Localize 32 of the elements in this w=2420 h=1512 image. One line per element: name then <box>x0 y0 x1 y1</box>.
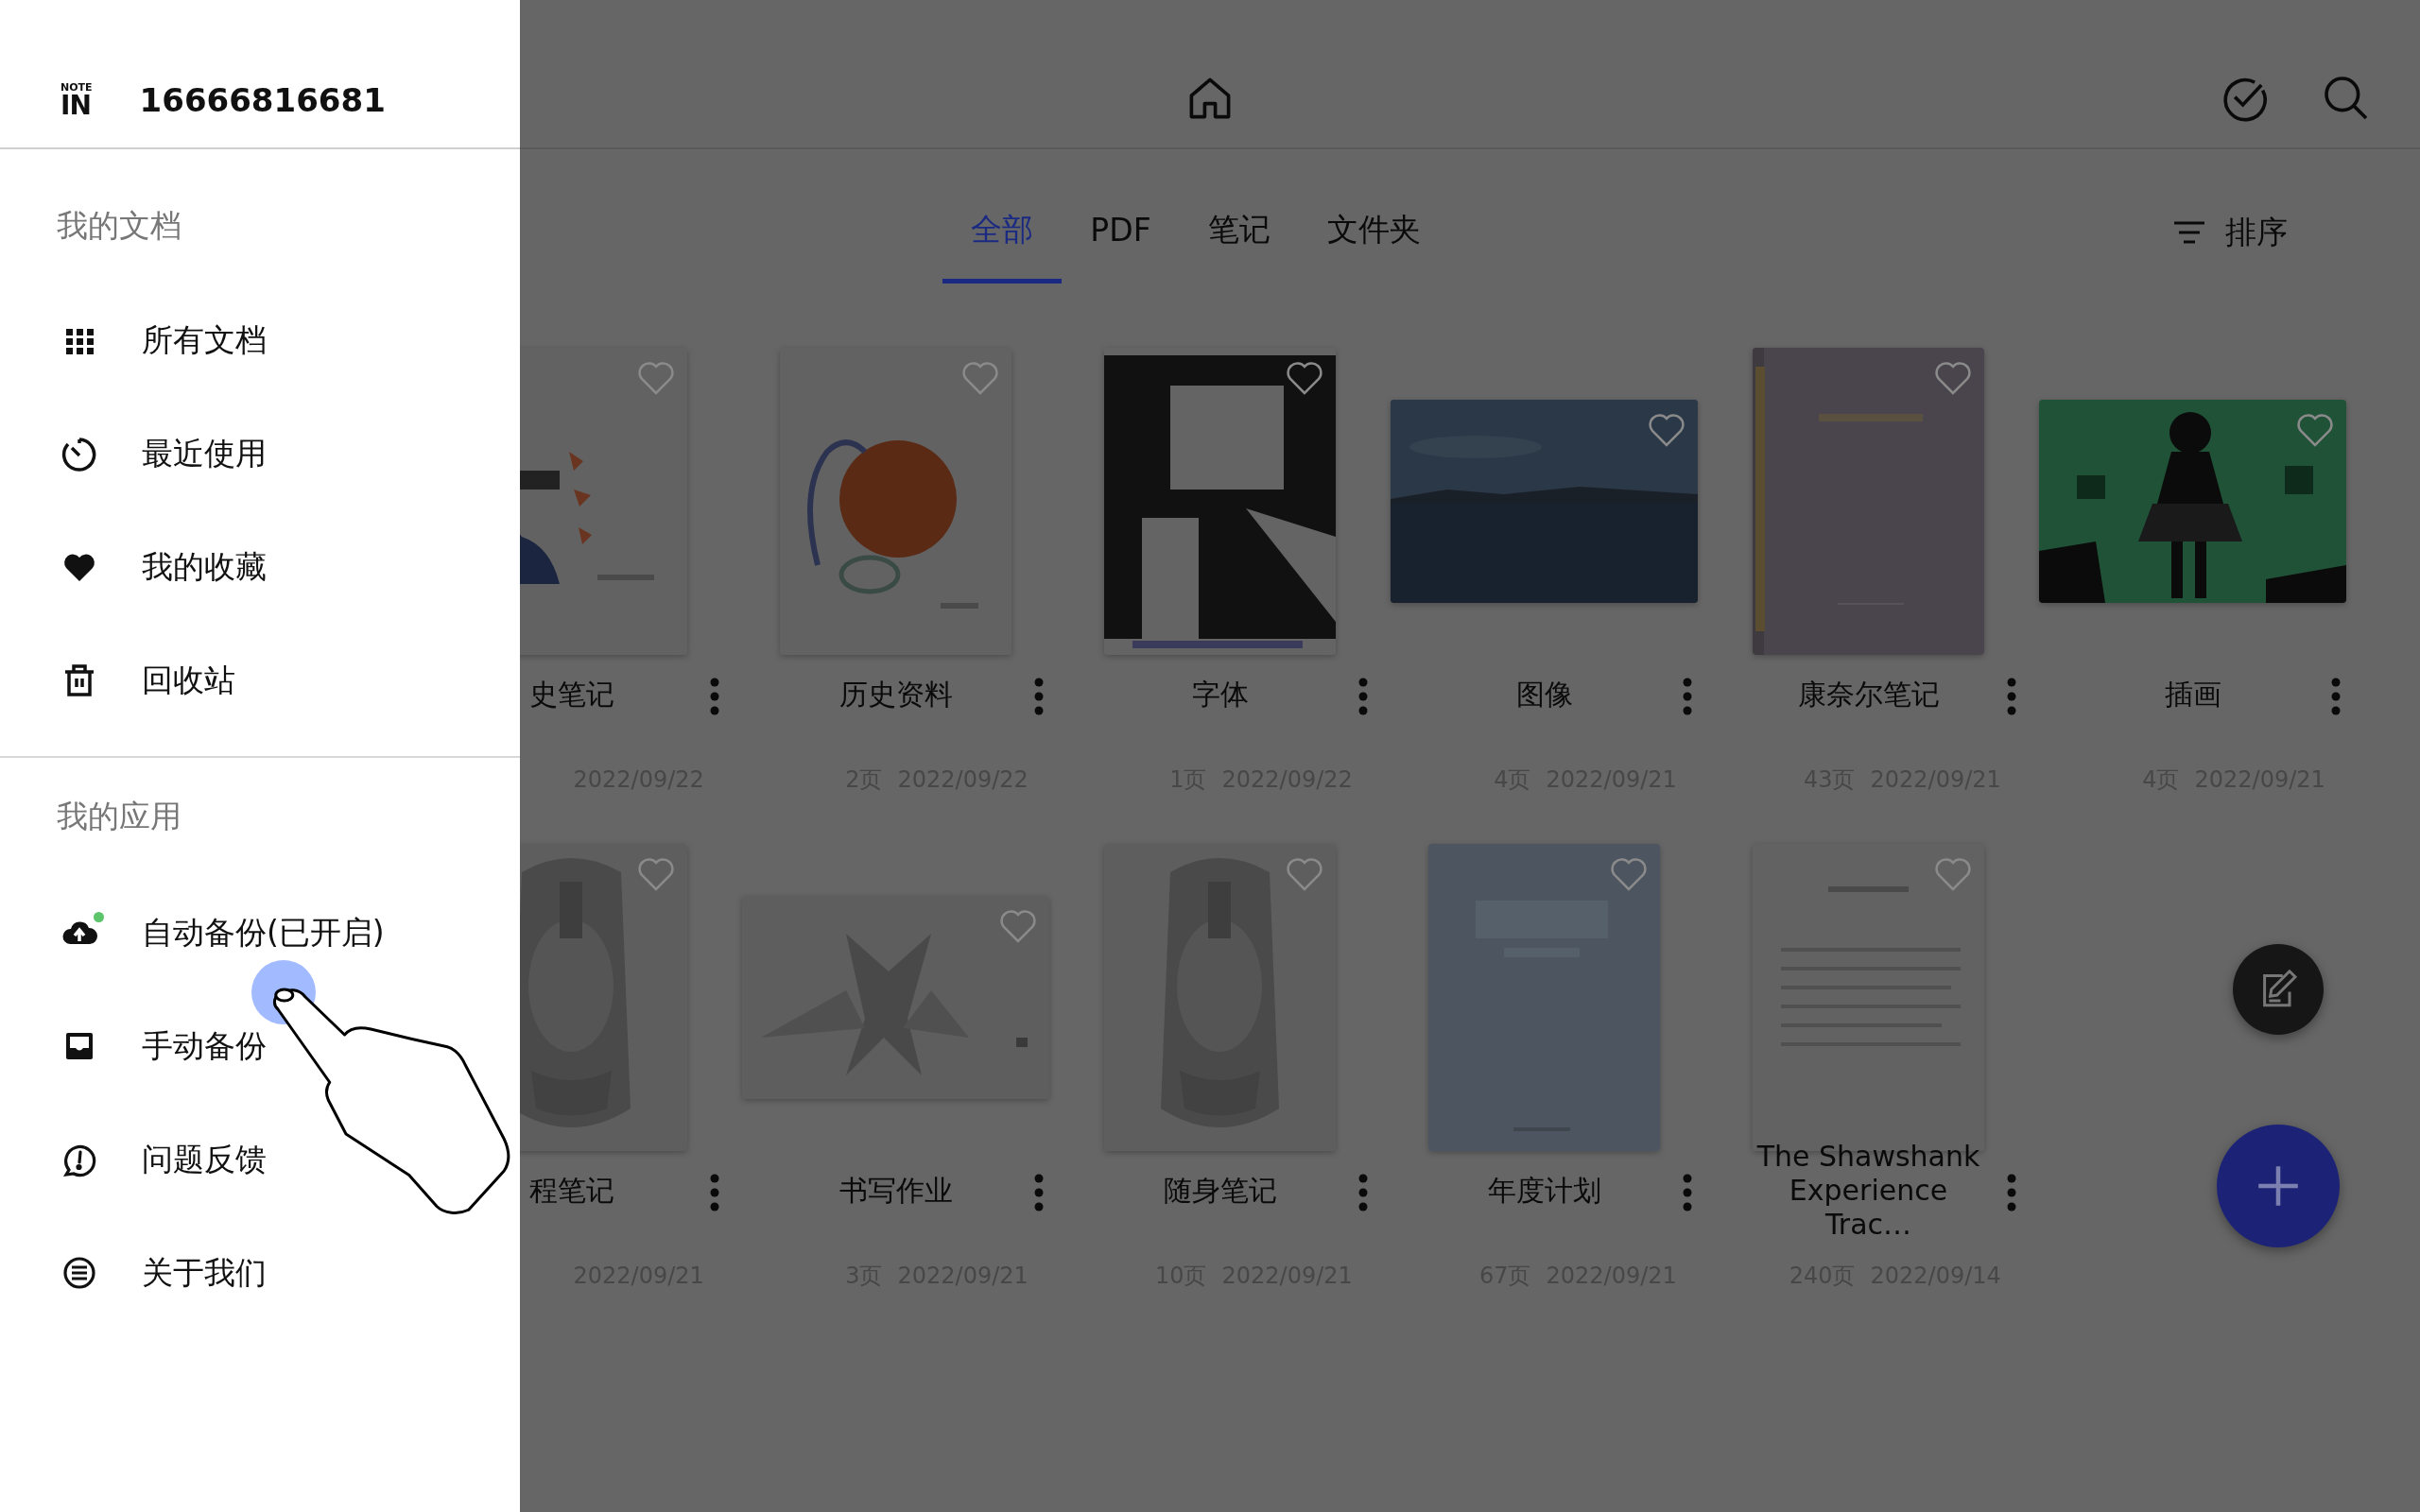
document-title: 随身笔记 <box>1162 1174 1278 1208</box>
cloud-upload-icon <box>62 921 97 944</box>
drawer-item[interactable]: 回收站 <box>60 624 235 737</box>
document-title: 年度计划 <box>1486 1174 1602 1208</box>
document-title: 史笔记 <box>527 678 615 712</box>
document-title: 字体 <box>1190 678 1250 712</box>
inbox-tray-icon <box>66 1033 93 1059</box>
document-title: 图像 <box>1514 678 1574 712</box>
drawer-item[interactable]: 问题反馈 <box>60 1103 267 1216</box>
edit-button[interactable] <box>2233 944 2324 1035</box>
heart-icon <box>64 554 95 581</box>
timer-icon <box>61 438 96 472</box>
document-title: 康奈尔笔记 <box>1796 678 1941 712</box>
list-circle-icon <box>63 1257 95 1289</box>
speech-bubble-icon <box>64 1144 96 1177</box>
document-title: 程笔记 <box>527 1174 615 1208</box>
section-heading: 我的文档 <box>56 205 182 246</box>
trash-icon <box>63 664 95 696</box>
drawer-item[interactable]: 手动备份 <box>60 989 267 1103</box>
grid-icon <box>66 329 94 354</box>
section-heading: 我的应用 <box>56 797 182 836</box>
drawer-item[interactable]: 所有文档 <box>60 284 267 397</box>
document-title: 书写作业 <box>838 1174 954 1208</box>
document-title: The Shawshank Experience Trac… <box>1755 1140 1981 1242</box>
app-logo: NOTE IN <box>60 82 93 119</box>
drawer-item[interactable]: 我的收藏 <box>60 510 267 624</box>
document-title: 历史资料 <box>838 678 954 712</box>
drawer-item[interactable]: 关于我们 <box>60 1216 267 1330</box>
account-number: 16666816681 <box>139 81 386 119</box>
drawer-item[interactable]: 最近使用 <box>60 397 267 510</box>
document-title: 插画 <box>2163 678 2222 712</box>
drawer-item[interactable]: 自动备份(已开启) <box>60 876 385 989</box>
